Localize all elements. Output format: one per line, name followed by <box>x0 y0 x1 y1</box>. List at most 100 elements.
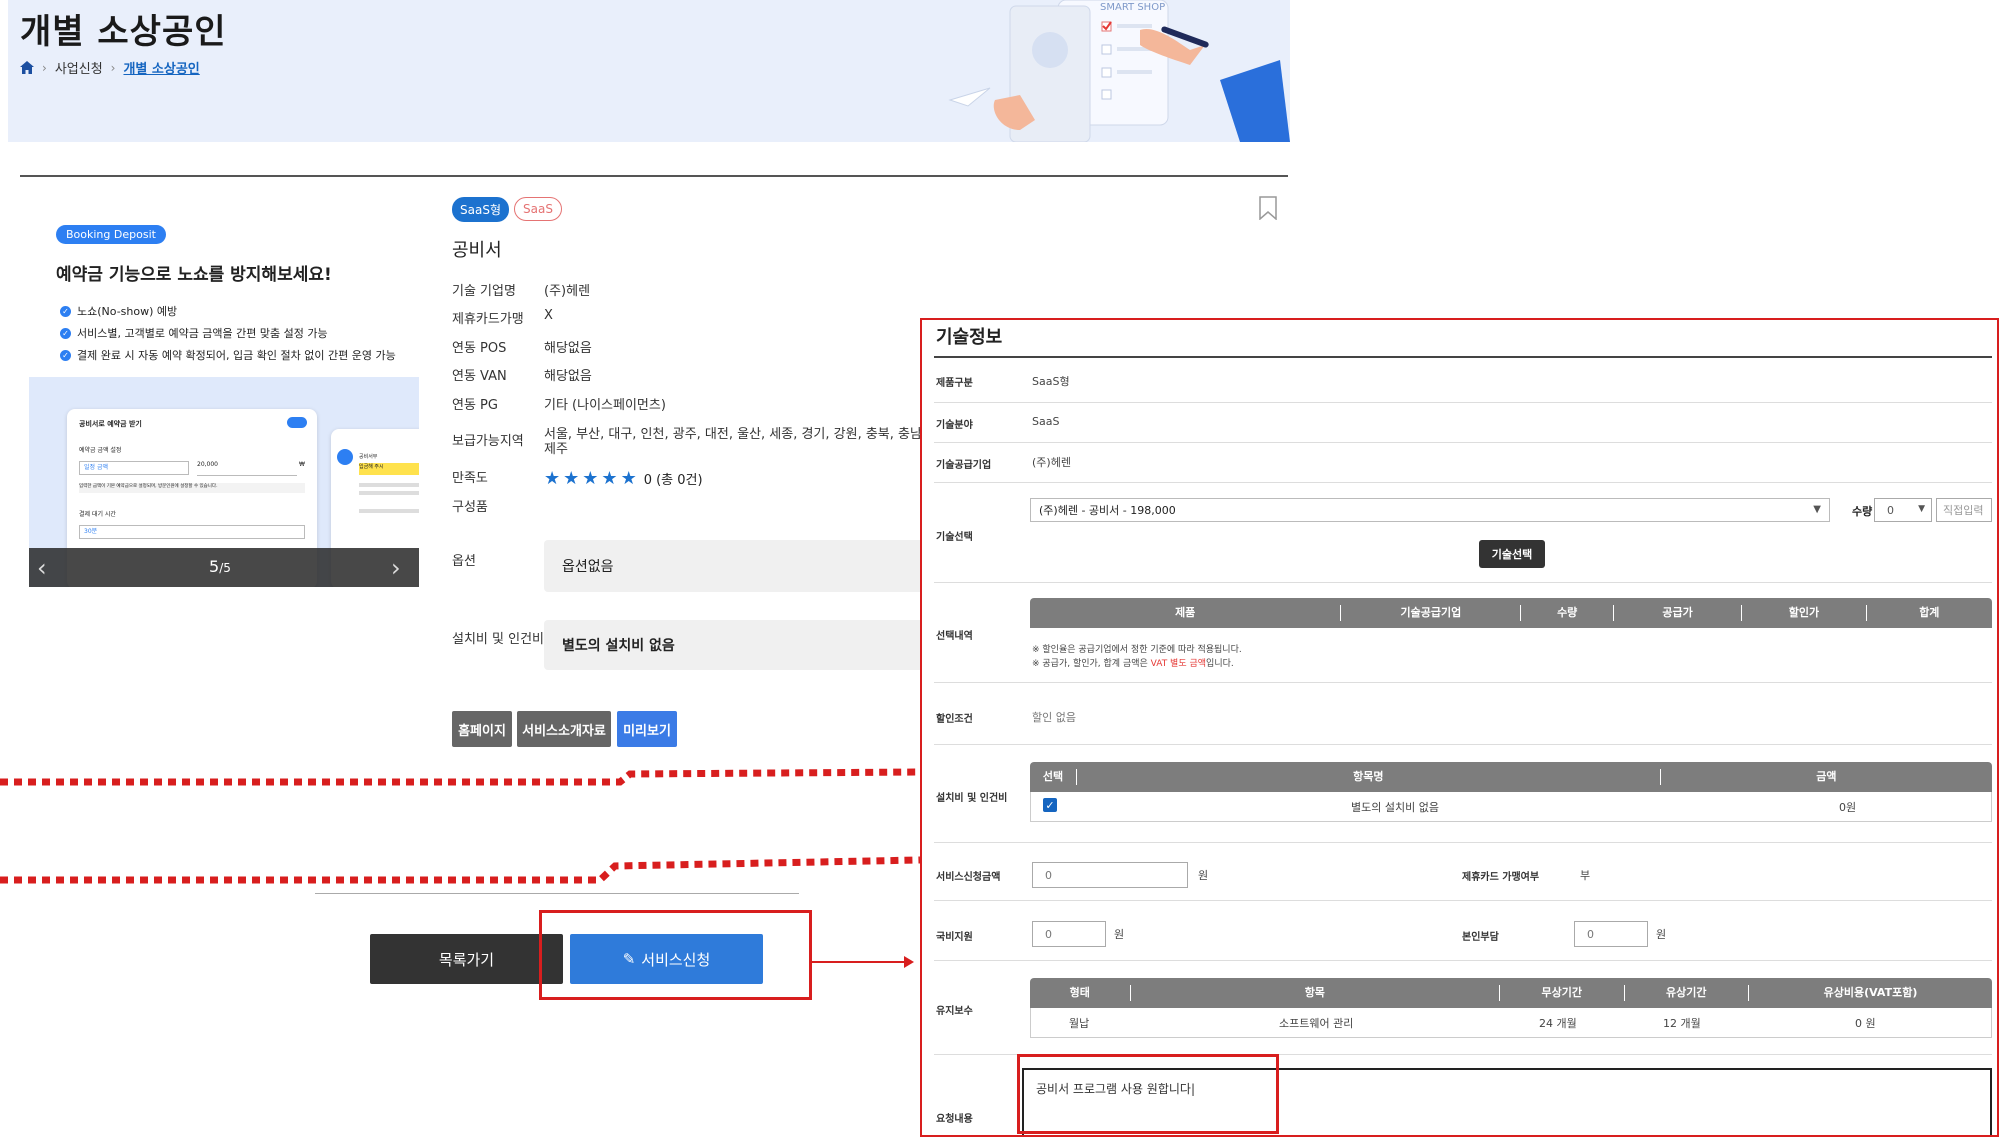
divider <box>934 960 1992 961</box>
promo-bullet-text: 결제 완료 시 자동 예약 확정되어, 입금 확인 절차 없이 간편 운영 가능 <box>77 349 396 362</box>
star-icon: ★ <box>582 468 599 489</box>
highlight-box <box>1017 1054 1279 1134</box>
field-value: (주)헤렌 <box>544 284 591 299</box>
gov-support-input[interactable]: 0 <box>1032 921 1106 947</box>
satisfaction-label: 만족도 <box>452 471 488 486</box>
mockup-select: 30분 <box>79 525 305 539</box>
field-value: 제주 <box>544 442 568 457</box>
maint-table-header: 형태 항목 무상기간 유상기간 유상비용(VAT포함) <box>1030 978 1992 1008</box>
check-circle-icon: ✓ <box>60 327 71 339</box>
chevron-right-icon: › <box>42 60 47 75</box>
row-label: 제품구분 <box>936 378 973 389</box>
mockup-amount: 20,000 <box>197 461 297 476</box>
maint-cell: 0 원 <box>1855 1017 1876 1030</box>
promo-badge: Booking Deposit <box>56 225 166 244</box>
breadcrumb: › 사업신청 › 개별 소상공인 <box>20 58 200 77</box>
maint-cell: 12 개월 <box>1663 1017 1701 1030</box>
mockup-line <box>359 491 419 495</box>
star-icon: ★ <box>563 468 580 489</box>
breadcrumb-item[interactable]: 사업신청 <box>55 58 103 77</box>
maint-cell: 소프트웨어 관리 <box>1279 1017 1354 1030</box>
install-amount: 0원 <box>1839 801 1857 814</box>
star-icon: ★ <box>544 468 561 489</box>
field-value: 해당없음 <box>544 369 592 384</box>
divider <box>934 582 1992 583</box>
row-label: 선택내역 <box>936 631 973 642</box>
toggle-icon <box>287 417 307 428</box>
divider <box>934 842 1992 843</box>
rating-stars: ★ ★ ★ ★ ★ 0 (총 0건) <box>544 468 703 489</box>
slide-counter: 5/5 <box>209 557 231 576</box>
row-label: 설치비 및 인건비 <box>936 793 1008 804</box>
row-label: 유지보수 <box>936 1006 973 1017</box>
slide-total: /5 <box>219 561 231 575</box>
highlight-box <box>539 910 812 1000</box>
tech-info-panel: 기술정보 제품구분 SaaS형 기술분야 SaaS 기술공급기업 (주)헤렌 기… <box>920 318 1999 1137</box>
star-icon: ★ <box>620 468 637 489</box>
divider <box>934 402 1992 403</box>
field-value: 서울, 부산, 대구, 인천, 광주, 대전, 울산, 세종, 경기, 강원, … <box>544 427 924 442</box>
mockup-currency: ₩ <box>299 461 305 468</box>
components-label: 구성품 <box>452 500 488 515</box>
mockup-line <box>359 483 419 487</box>
list-button[interactable]: 목록가기 <box>370 934 563 984</box>
illustration-text: SMART SHOP <box>1100 2 1165 13</box>
selection-table-header: 제품 기술공급기업 수량 공급가 할인가 합계 <box>1030 598 1992 628</box>
field-label: 연동 PG <box>452 398 498 413</box>
row-label: 기술분야 <box>936 420 973 431</box>
mockup-label: 예약금 금액 설정 <box>79 447 122 454</box>
mockup-line <box>359 509 419 513</box>
home-icon[interactable] <box>20 61 34 74</box>
smart-shop-illustration: SMART SHOP <box>948 0 1290 142</box>
field-label: 기술 기업명 <box>452 284 516 299</box>
won-unit: 원 <box>1114 928 1125 941</box>
preview-button[interactable]: 미리보기 <box>617 711 677 747</box>
install-checkbox[interactable]: ✓ <box>1043 798 1057 812</box>
install-item: 별도의 설치비 없음 <box>1351 801 1439 814</box>
table-header: 무상기간 <box>1500 985 1625 1001</box>
qty-select[interactable]: 0 ▼ <box>1874 498 1932 522</box>
apply-amount-input[interactable]: 0 <box>1032 862 1188 888</box>
mockup-note: 입력한 금액이 기본 예약금으로 설정되며, 방문인원에 설정할 수 있습니다. <box>79 483 305 493</box>
row-label: 국비지원 <box>936 932 973 943</box>
bookmark-icon[interactable] <box>1258 196 1278 220</box>
note-text: ※ 할인율은 공급기업에서 정한 기준에 따라 적용됩니다. <box>1032 645 1242 655</box>
table-header: 합계 <box>1919 606 1940 619</box>
homepage-button[interactable]: 홈페이지 <box>452 711 512 747</box>
tech-select[interactable]: (주)헤렌 - 공비서 - 198,000 ▼ <box>1030 498 1830 522</box>
direct-input-field[interactable]: 직접입력 <box>1936 498 1992 522</box>
section-divider <box>20 175 1288 177</box>
table-header: 유상비용(VAT포함) <box>1823 986 1918 999</box>
chevron-left-icon[interactable]: ‹ <box>37 554 47 582</box>
satisfaction-text: 0 (총 0건) <box>643 473 703 488</box>
table-header: 항목명 <box>1077 769 1661 785</box>
install-table-header: 선택 항목명 금액 <box>1030 762 1992 792</box>
chevron-right-icon: › <box>110 60 116 75</box>
chevron-right-icon[interactable]: › <box>391 554 401 582</box>
table-header: 기술공급기업 <box>1341 605 1522 621</box>
table-row: ✓ 별도의 설치비 없음 0원 <box>1030 792 1992 822</box>
service-intro-button[interactable]: 서비스소개자료 <box>517 711 611 747</box>
table-header: 제품 <box>1030 605 1342 621</box>
row-label: 서비스신청금액 <box>936 872 1001 883</box>
table-header: 유상기간 <box>1625 985 1750 1001</box>
row-value: (주)헤렌 <box>1032 456 1071 469</box>
self-pay-input[interactable]: 0 <box>1574 921 1648 947</box>
tech-select-button[interactable]: 기술선택 <box>1479 540 1545 568</box>
field-value: 기타 (나이스페이먼츠) <box>544 398 666 413</box>
row-value: SaaS형 <box>1032 375 1070 388</box>
breadcrumb-current[interactable]: 개별 소상공인 <box>123 58 199 77</box>
arrow-annotation <box>812 961 912 963</box>
table-header: 수량 <box>1521 605 1614 621</box>
row-value: 할인 없음 <box>1032 711 1076 724</box>
note-text-part: 입니다. <box>1206 659 1234 669</box>
tech-select-value: (주)헤렌 - 공비서 - 198,000 <box>1039 504 1176 517</box>
slide-current: 5 <box>209 557 220 576</box>
table-header: 항목 <box>1131 985 1501 1001</box>
row-label: 할인조건 <box>936 714 973 725</box>
star-icon: ★ <box>601 468 618 489</box>
maint-cell: 24 개월 <box>1539 1017 1577 1030</box>
mockup-title: 공비서부 <box>359 454 378 460</box>
field-label: 연동 POS <box>452 341 507 356</box>
divider <box>934 744 1992 745</box>
